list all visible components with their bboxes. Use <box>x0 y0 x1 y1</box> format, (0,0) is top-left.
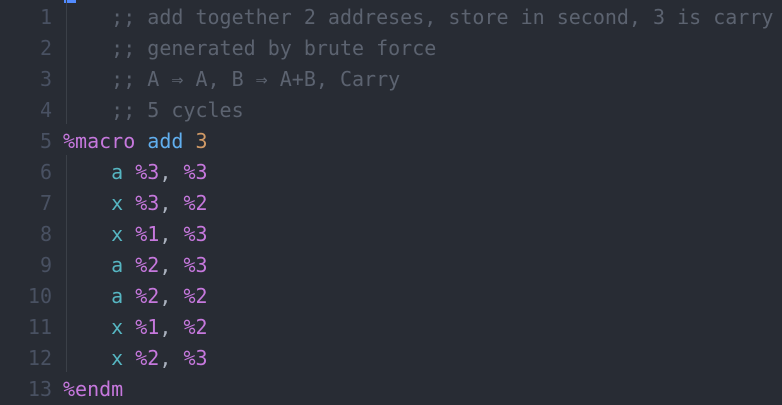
line-code: a %2, %3 <box>63 250 208 281</box>
code-line[interactable]: 6 a %3, %3 <box>0 157 782 188</box>
token-punct: , <box>159 284 184 308</box>
token-comment: ;; 5 cycles <box>111 98 244 122</box>
token-instruction: x <box>111 315 124 339</box>
code-line[interactable]: 11 x %1, %2 <box>0 312 782 343</box>
token-register: %3 <box>135 160 160 184</box>
code-editor[interactable]: 1 ;; add together 2 addreses, store in s… <box>0 0 782 405</box>
line-number: 11 <box>27 315 52 339</box>
line-number: 6 <box>39 160 52 184</box>
line-code: x %1, %2 <box>63 312 208 343</box>
code-line[interactable]: 12 x %2, %3 <box>0 343 782 374</box>
token-register: %3 <box>183 160 208 184</box>
token-macro: %endm <box>63 377 124 401</box>
line-number: 9 <box>39 253 52 277</box>
token-number: 3 <box>195 129 208 153</box>
token-macro: %macro <box>63 129 136 153</box>
token-register: %3 <box>183 346 208 370</box>
line-number: 13 <box>27 377 52 401</box>
token-punct <box>123 191 135 215</box>
token-punct: , <box>159 253 184 277</box>
line-code: ;; add together 2 addreses, store in sec… <box>63 2 773 33</box>
token-punct <box>123 315 135 339</box>
token-punct: , <box>159 191 184 215</box>
line-code: %macro add 3 <box>63 126 208 157</box>
line-number: 12 <box>27 346 52 370</box>
code-line[interactable]: 10 a %2, %2 <box>0 281 782 312</box>
line-code: x %1, %3 <box>63 219 208 250</box>
token-register: %2 <box>135 284 160 308</box>
token-register: %2 <box>135 346 160 370</box>
line-code: ;; generated by brute force <box>63 33 436 64</box>
token-comment: ;; generated by brute force <box>111 36 437 60</box>
token-instruction: a <box>111 160 124 184</box>
token-register: %3 <box>183 222 208 246</box>
token-instruction: a <box>111 253 124 277</box>
token-punct: , <box>159 160 184 184</box>
token-register: %2 <box>183 191 208 215</box>
token-punct <box>123 222 135 246</box>
token-register: %2 <box>183 284 208 308</box>
token-register: %1 <box>135 222 160 246</box>
token-punct <box>135 129 147 153</box>
code-line[interactable]: 5 %macro add 3 <box>0 126 782 157</box>
token-instruction: a <box>111 284 124 308</box>
token-instruction: x <box>111 191 124 215</box>
code-line[interactable]: 7 x %3, %2 <box>0 188 782 219</box>
line-code: x %2, %3 <box>63 343 208 374</box>
code-line[interactable]: 13 %endm <box>0 374 782 405</box>
token-directive: add <box>147 129 184 153</box>
token-punct: , <box>159 346 184 370</box>
line-code: %endm <box>63 374 123 405</box>
code-line[interactable]: 1 ;; add together 2 addreses, store in s… <box>0 2 782 33</box>
token-punct <box>123 284 135 308</box>
token-instruction: x <box>111 222 124 246</box>
token-punct <box>123 346 135 370</box>
token-instruction: x <box>111 346 124 370</box>
token-punct: , <box>159 222 184 246</box>
code-line[interactable]: 2 ;; generated by brute force <box>0 33 782 64</box>
token-register: %2 <box>135 253 160 277</box>
token-register: %2 <box>183 315 208 339</box>
line-number: 4 <box>39 98 52 122</box>
code-line[interactable]: 4 ;; 5 cycles <box>0 95 782 126</box>
line-number: 3 <box>39 67 52 91</box>
token-punct: , <box>159 315 184 339</box>
token-punct <box>123 253 135 277</box>
line-code: x %3, %2 <box>63 188 208 219</box>
line-number: 7 <box>39 191 52 215</box>
line-number: 1 <box>39 5 52 29</box>
token-register: %1 <box>135 315 160 339</box>
line-number: 8 <box>39 222 52 246</box>
token-punct <box>123 160 135 184</box>
line-number: 10 <box>27 284 52 308</box>
token-register: %3 <box>183 253 208 277</box>
line-code: a %3, %3 <box>63 157 208 188</box>
line-number: 5 <box>39 129 52 153</box>
line-code: ;; A ⇒ A, B ⇒ A+B, Carry <box>63 64 400 95</box>
token-comment: ;; A ⇒ A, B ⇒ A+B, Carry <box>111 67 401 91</box>
token-comment: ;; add together 2 addreses, store in sec… <box>111 5 774 29</box>
line-code: a %2, %2 <box>63 281 208 312</box>
line-number: 2 <box>39 36 52 60</box>
code-line[interactable]: 9 a %2, %3 <box>0 250 782 281</box>
code-line[interactable]: 3 ;; A ⇒ A, B ⇒ A+B, Carry <box>0 64 782 95</box>
token-punct <box>183 129 195 153</box>
token-register: %3 <box>135 191 160 215</box>
code-line[interactable]: 8 x %1, %3 <box>0 219 782 250</box>
line-code: ;; 5 cycles <box>63 95 244 126</box>
